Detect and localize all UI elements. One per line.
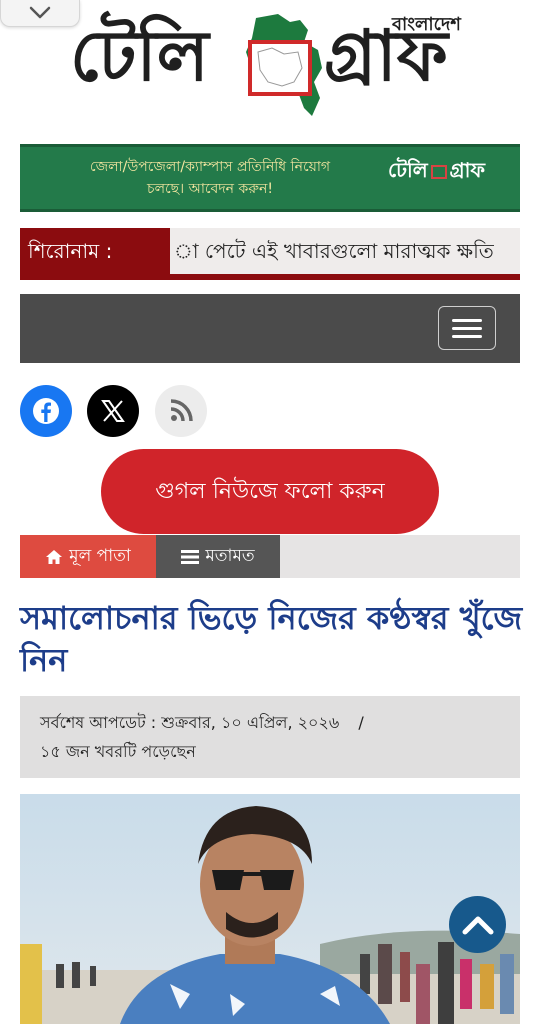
- reader-count: ১৫ জন খবরটি পড়েছেন: [40, 742, 196, 761]
- ad-line-2: চলছে। আবেদন করুন!: [147, 181, 273, 197]
- scroll-to-top-button[interactable]: [449, 896, 506, 953]
- hamburger-line: [452, 326, 482, 330]
- breadcrumb: মূল পাতা মতামত: [20, 535, 520, 578]
- facebook-icon: [33, 398, 59, 424]
- menu-toggle-button[interactable]: [438, 306, 496, 350]
- x-link[interactable]: [87, 385, 139, 437]
- ticker-label: শিরোনাম :: [20, 228, 170, 274]
- x-icon: [101, 400, 125, 422]
- site-logo[interactable]: টেলি বাংলাদেশ গ্রাফ: [70, 8, 480, 124]
- rss-icon: [170, 399, 193, 422]
- ticker-headline[interactable]: া পেটে এই খাবারগুলো মারাত্মক ক্ষতি: [174, 228, 494, 274]
- breadcrumb-home[interactable]: মূল পাতা: [20, 535, 156, 578]
- article-photo-graphic: [20, 794, 520, 1024]
- ticker-track[interactable]: া পেটে এই খাবারগুলো মারাত্মক ক্ষতি: [170, 228, 520, 274]
- ad-text: জেলা/উপজেলা/ক্যাম্পাস প্রতিনিধি নিয়োগ চ…: [60, 156, 360, 200]
- ad-brand-left: টেলি: [388, 158, 428, 182]
- home-icon: [46, 549, 63, 564]
- recruitment-ad-banner[interactable]: জেলা/উপজেলা/ক্যাম্পাস প্রতিনিধি নিয়োগ চ…: [20, 144, 520, 212]
- hamburger-line: [452, 318, 482, 322]
- breadcrumb-home-label: মূল পাতা: [69, 545, 131, 566]
- breadcrumb-category-label: মতামত: [205, 545, 255, 566]
- meta-separator: /: [358, 713, 364, 732]
- facebook-link[interactable]: [20, 385, 72, 437]
- list-icon: [181, 549, 200, 564]
- logo-text-right: গ্রাফ: [324, 14, 448, 97]
- chevron-up-icon: [462, 916, 493, 934]
- ad-brand-logo: টেলি গ্রাফ: [388, 156, 485, 189]
- logo-text-left: টেলি: [70, 14, 209, 97]
- article-title: সমালোচনার ভিড়ে নিজের কণ্ঠস্বর খুঁজে নিন: [20, 599, 523, 679]
- article-photo[interactable]: [20, 794, 520, 1024]
- last-updated: সর্বশেষ আপডেট : শুক্রবার, ১০ এপ্রিল, ২০২…: [40, 713, 340, 732]
- article-meta: সর্বশেষ আপডেট : শুক্রবার, ১০ এপ্রিল, ২০২…: [20, 696, 520, 778]
- chevron-down-icon: [29, 6, 51, 19]
- breadcrumb-category[interactable]: মতামত: [156, 535, 280, 578]
- hamburger-line: [452, 334, 482, 338]
- article-meta-line-1: সর্বশেষ আপডেট : শুক্রবার, ১০ এপ্রিল, ২০২…: [40, 708, 500, 737]
- headline-ticker: শিরোনাম : া পেটে এই খাবারগুলো মারাত্মক ক…: [20, 228, 520, 280]
- ad-brand-right: গ্রাফ: [449, 158, 486, 182]
- main-navbar: [20, 294, 520, 363]
- google-news-follow-button[interactable]: গুগল নিউজে ফলো করুন: [101, 449, 439, 534]
- collapse-tab[interactable]: [0, 0, 80, 27]
- rss-link[interactable]: [155, 385, 207, 437]
- ad-brand-map-icon: [430, 164, 447, 179]
- bangladesh-map-icon: [246, 14, 322, 116]
- ad-line-1: জেলা/উপজেলা/ক্যাম্পাস প্রতিনিধি নিয়োগ: [89, 159, 331, 175]
